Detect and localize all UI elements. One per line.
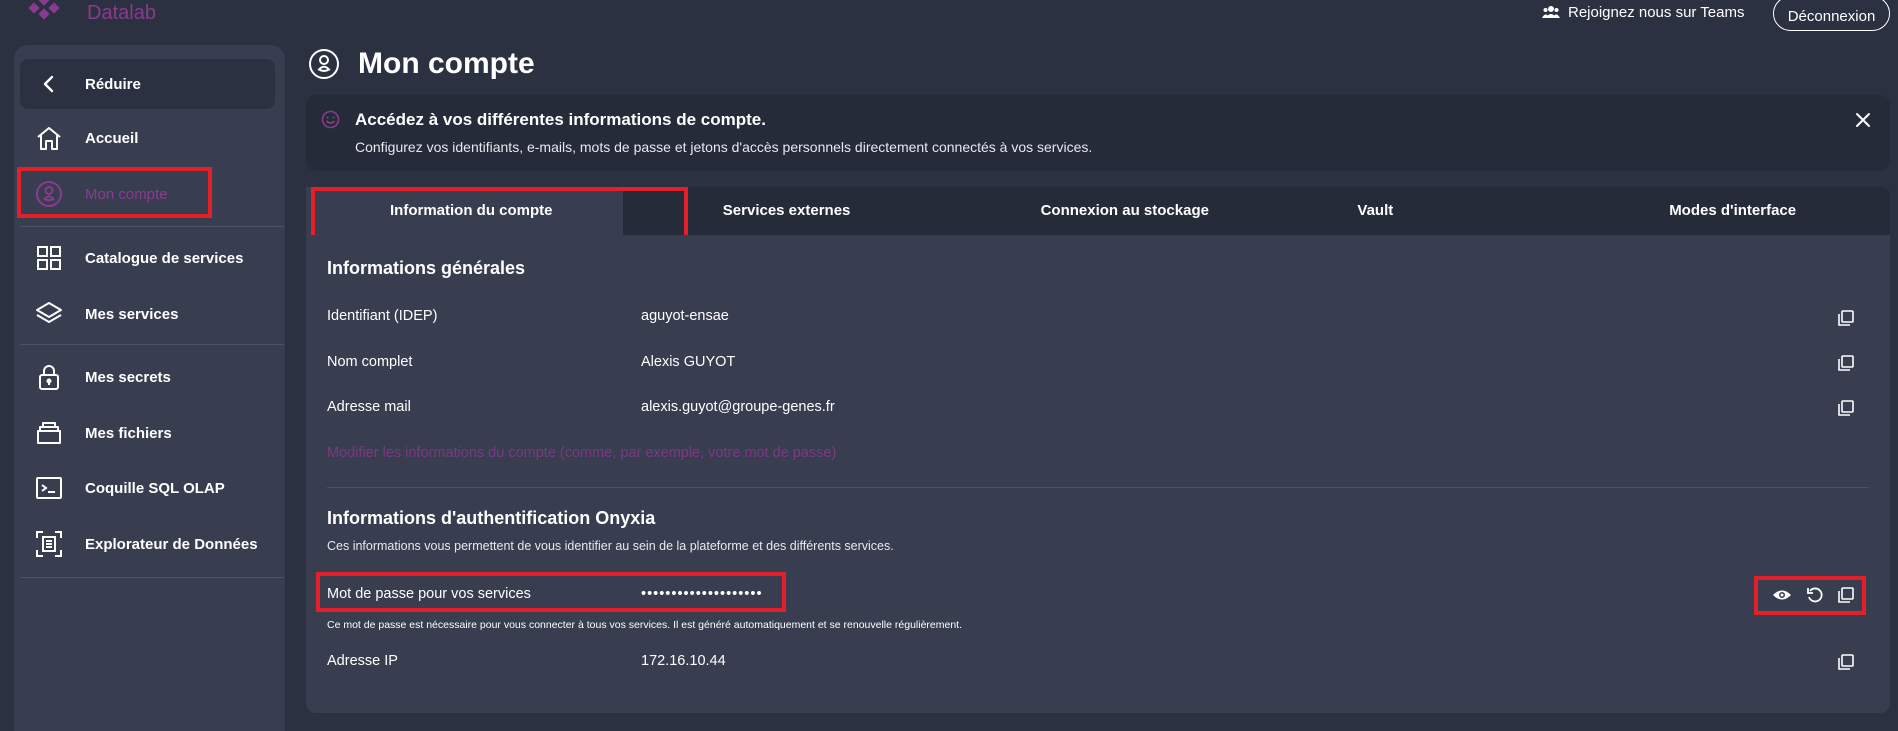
- sidebar-collapse-label: Réduire: [85, 75, 141, 93]
- sidebar-item-catalogue[interactable]: Catalogue de services: [20, 233, 275, 283]
- layers-icon: [34, 299, 64, 329]
- tab-modes-interface[interactable]: Modes d'interface: [1573, 187, 1890, 235]
- account-icon: [309, 49, 339, 79]
- copy-icon[interactable]: [1837, 309, 1855, 327]
- section-description-auth: Ces informations vous permettent de vous…: [327, 539, 894, 553]
- page-header: Mon compte: [308, 44, 535, 84]
- tab-label: Information du compte: [390, 202, 553, 219]
- top-bar: Datalab Rejoignez nous sur Teams Déconne…: [0, 0, 1898, 40]
- sidebar-item-explorateur[interactable]: Explorateur de Données: [20, 519, 275, 569]
- people-icon: [1542, 6, 1560, 18]
- datalab-logo-icon[interactable]: [26, 0, 66, 26]
- row-value-idep: aguyot-ensae: [641, 308, 729, 324]
- row-label-mail: Adresse mail: [327, 399, 411, 415]
- sidebar-item-accueil[interactable]: Accueil: [20, 113, 275, 163]
- data-explorer-icon: [34, 529, 64, 559]
- tab-label: Modes d'interface: [1669, 202, 1797, 219]
- chevron-left-icon: [34, 69, 64, 99]
- tab-label: Vault: [1357, 202, 1394, 219]
- terminal-icon: [34, 473, 64, 503]
- sidebar-item-label: Coquille SQL OLAP: [85, 479, 225, 497]
- sidebar-item-label: Mes services: [85, 305, 179, 323]
- copy-icon[interactable]: [1837, 586, 1855, 604]
- row-label-ip: Adresse IP: [327, 653, 398, 669]
- tab-label: Connexion au stockage: [1040, 202, 1209, 219]
- row-value-nom: Alexis GUYOT: [641, 354, 736, 370]
- row-label-nom: Nom complet: [327, 354, 413, 370]
- sidebar-item-mes-fichiers[interactable]: Mes fichiers: [20, 408, 275, 458]
- teams-link-label: Rejoignez nous sur Teams: [1568, 3, 1745, 21]
- info-banner: Accédez à vos différentes informations d…: [306, 95, 1890, 171]
- sidebar-item-label: Catalogue de services: [85, 249, 244, 267]
- lock-icon: [34, 362, 64, 392]
- row-value-password: ••••••••••••••••••••: [641, 586, 763, 602]
- logout-button[interactable]: Déconnexion: [1773, 0, 1890, 31]
- section-title-general: Informations générales: [327, 258, 526, 278]
- sidebar-item-label: Mes secrets: [85, 368, 171, 386]
- copy-icon[interactable]: [1837, 354, 1855, 372]
- sidebar-collapse-button[interactable]: Réduire: [20, 59, 275, 109]
- grid-icon: [34, 243, 64, 273]
- account-info-panel: Informations générales Identifiant (IDEP…: [306, 235, 1890, 713]
- home-icon: [34, 123, 64, 153]
- sidebar-item-mes-services[interactable]: Mes services: [20, 289, 275, 339]
- sidebar-item-label: Explorateur de Données: [85, 535, 258, 553]
- eye-icon[interactable]: [1772, 585, 1792, 605]
- account-tabs: Information du compte Services externes …: [306, 187, 1890, 235]
- password-help-text: Ce mot de passe est nécessaire pour vous…: [327, 619, 963, 631]
- page-title: Mon compte: [358, 47, 535, 80]
- teams-link[interactable]: Rejoignez nous sur Teams: [1542, 2, 1744, 22]
- account-icon: [34, 179, 64, 209]
- sidebar-divider: [20, 344, 284, 345]
- folder-icon: [34, 418, 64, 448]
- tab-label: Services externes: [722, 202, 851, 219]
- sidebar-divider: [20, 577, 284, 578]
- tab-vault[interactable]: Vault: [1256, 187, 1573, 235]
- tab-services-externes[interactable]: Services externes: [623, 187, 940, 235]
- row-value-mail: alexis.guyot@groupe-genes.fr: [641, 399, 835, 415]
- smile-icon: [321, 110, 340, 129]
- sidebar-item-mes-secrets[interactable]: Mes secrets: [20, 352, 275, 402]
- tab-connexion-stockage[interactable]: Connexion au stockage: [940, 187, 1257, 235]
- banner-subtitle: Configurez vos identifiants, e-mails, mo…: [355, 139, 1093, 155]
- modify-account-link[interactable]: Modifier les informations du compte (com…: [327, 445, 836, 461]
- close-icon[interactable]: [1854, 111, 1872, 129]
- sidebar-item-label: Mes fichiers: [85, 424, 172, 442]
- row-value-ip: 172.16.10.44: [641, 653, 726, 669]
- sidebar-item-label: Accueil: [85, 129, 139, 147]
- tab-information-compte[interactable]: Information du compte: [306, 187, 623, 235]
- banner-title: Accédez à vos différentes informations d…: [355, 110, 766, 129]
- sidebar-item-label: Mon compte: [85, 185, 168, 203]
- refresh-icon[interactable]: [1805, 585, 1825, 605]
- sidebar-item-mon-compte[interactable]: Mon compte: [20, 169, 275, 219]
- app-name[interactable]: Datalab: [87, 0, 156, 26]
- sidebar: Réduire Accueil Mon compte Catalogue de …: [14, 45, 285, 731]
- section-title-auth: Informations d'authentification Onyxia: [327, 508, 656, 528]
- row-label-idep: Identifiant (IDEP): [327, 308, 438, 324]
- row-label-password: Mot de passe pour vos services: [327, 586, 531, 602]
- copy-icon[interactable]: [1837, 653, 1855, 671]
- copy-icon[interactable]: [1837, 399, 1855, 417]
- sidebar-item-coquille-sql[interactable]: Coquille SQL OLAP: [20, 463, 275, 513]
- section-divider: [327, 487, 1869, 488]
- sidebar-divider: [20, 226, 284, 227]
